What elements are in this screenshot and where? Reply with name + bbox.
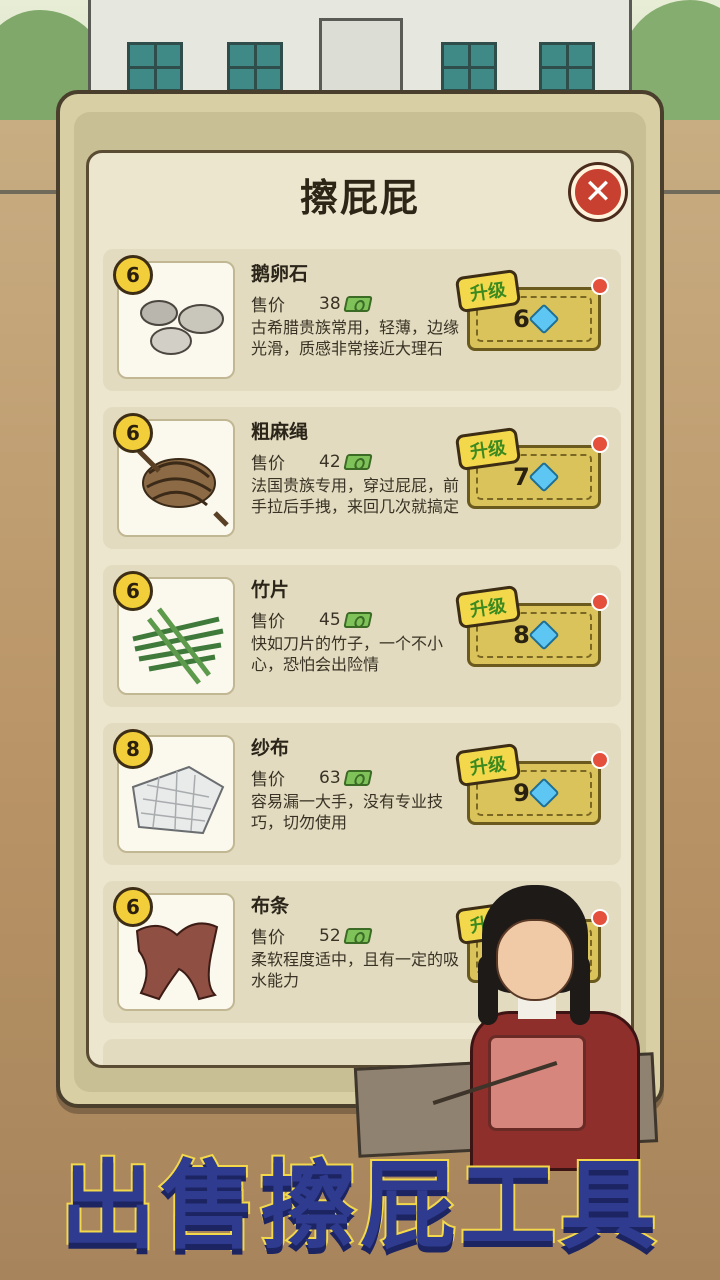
cash-icon	[342, 769, 373, 786]
knitting	[488, 1035, 586, 1131]
promo-caption: 出售擦屁工具	[0, 1122, 720, 1272]
diamond-icon	[528, 619, 560, 651]
diamond-icon	[528, 777, 560, 809]
building-window	[127, 42, 183, 92]
item-description: 法国贵族专用，穿过屁屁，前手拉后手拽，来回几次就搞定	[251, 476, 460, 516]
close-button[interactable]: ✕	[571, 165, 625, 219]
price-label: 售价	[251, 296, 285, 316]
cash-icon	[342, 927, 373, 944]
level-badge: 6	[113, 255, 153, 295]
item-name: 竹片	[251, 579, 290, 601]
diamond-icon	[528, 461, 560, 493]
cash-icon	[342, 611, 373, 628]
price-value: 38	[319, 293, 341, 314]
item-description: 快如刀片的竹子，一个不小心，恐怕会出险情	[251, 634, 444, 674]
item-description: 容易漏一大手，没有专业技巧，切勿使用	[251, 792, 444, 832]
panel-header: 擦屁屁 ✕	[89, 153, 631, 237]
cash-icon	[342, 295, 373, 312]
price-row: 售价 45	[251, 607, 373, 632]
price-value: 42	[319, 451, 341, 472]
price-row: 售价 38	[251, 291, 373, 316]
caption-text: 出售擦屁工具	[58, 1148, 660, 1264]
price-label: 售价	[251, 612, 285, 632]
upgrade-cost: 9	[513, 779, 530, 807]
building-window	[441, 42, 497, 92]
fence	[660, 190, 720, 370]
price-row: 售价 42	[251, 449, 373, 474]
upgrade-cost: 7	[513, 463, 530, 491]
level-badge: 6	[113, 413, 153, 453]
level-badge: 8	[113, 729, 153, 769]
upgrade-control: 9 升级	[454, 742, 609, 827]
notification-dot	[591, 593, 609, 611]
character-face	[496, 919, 574, 1001]
price-row: 售价 63	[251, 765, 373, 790]
price-label: 售价	[251, 770, 285, 790]
item-name: 鹅卵石	[251, 263, 309, 285]
cash-icon	[342, 453, 373, 470]
building-window	[539, 42, 595, 92]
price-value: 63	[319, 767, 341, 788]
price-label: 售价	[251, 928, 285, 948]
notification-dot	[591, 277, 609, 295]
level-badge: 6	[113, 571, 153, 611]
list-item: 8 纱布 售价 63 容易漏一大手，没有专业技巧，切勿使用 9 升级	[103, 723, 621, 865]
upgrade-cost: 6	[513, 305, 530, 333]
diamond-icon	[528, 303, 560, 335]
item-name: 布条	[251, 895, 290, 917]
upgrade-cost: 8	[513, 621, 530, 649]
upgrade-control: 6 升级	[454, 268, 609, 353]
item-description: 古希腊贵族常用，轻薄，边缘光滑，质感非常接近大理石	[251, 318, 460, 358]
item-name: 纱布	[251, 737, 290, 759]
close-icon: ✕	[583, 172, 613, 212]
notification-dot	[591, 751, 609, 769]
upgrade-control: 8 升级	[454, 584, 609, 669]
level-badge: 6	[113, 887, 153, 927]
price-row: 售价 52	[251, 923, 373, 948]
list-item: 6 鹅卵石 售价 38 古希腊贵族常用，轻薄，边缘光滑，质感非常接近大理石 6 …	[103, 249, 621, 391]
upgrade-control: 7 升级	[454, 426, 609, 511]
price-label: 售价	[251, 454, 285, 474]
list-item: 6 竹片 售价 45 快如刀片的竹子，一个不小心，恐怕会出险情 8 升级	[103, 565, 621, 707]
price-value: 52	[319, 925, 341, 946]
building-window	[227, 42, 283, 92]
notification-dot	[591, 435, 609, 453]
item-name: 粗麻绳	[251, 421, 309, 443]
price-value: 45	[319, 609, 341, 630]
fence	[0, 190, 60, 370]
list-item: 6 粗麻绳 售价 42 法国贵族专用，穿过屁屁，前手拉后手拽，来回几次就搞定 7…	[103, 407, 621, 549]
panel-title: 擦屁屁	[299, 176, 420, 220]
